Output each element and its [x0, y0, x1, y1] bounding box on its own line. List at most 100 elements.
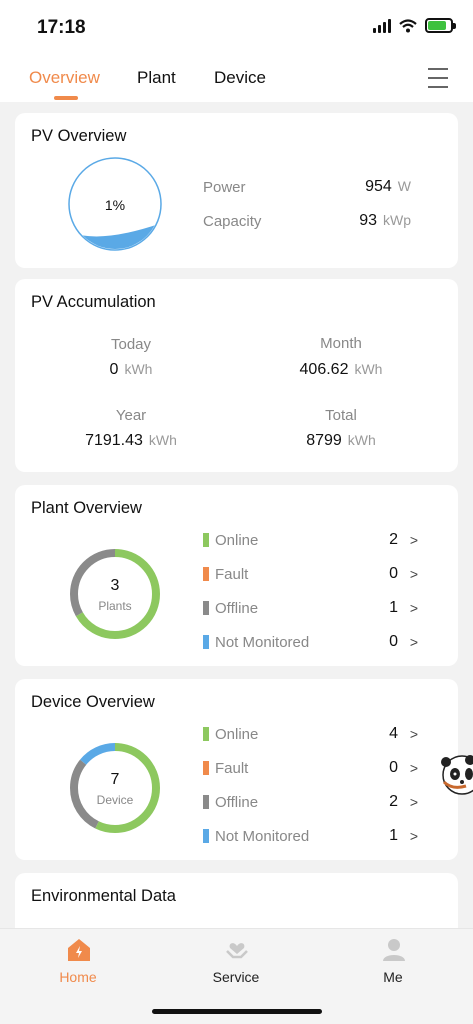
tab-plant[interactable]: Plant: [137, 68, 176, 88]
home-indicator: [152, 1009, 322, 1014]
year-readout: 7191.43 kWh: [41, 432, 221, 450]
device-overview-title: Device Overview: [31, 693, 155, 711]
device-not-monitored-row[interactable]: Not Monitored 1 >: [203, 824, 418, 848]
panda-assistant-icon[interactable]: [440, 752, 473, 798]
power-label: Power: [203, 179, 246, 196]
capacity-label: Capacity: [203, 213, 262, 230]
device-total-label: Device: [96, 793, 134, 807]
home-icon: [68, 939, 90, 961]
environmental-data-title: Environmental Data: [31, 887, 176, 905]
month-readout: 406.62 kWh: [251, 361, 431, 379]
plant-fault-row[interactable]: Fault 0 >: [203, 562, 418, 586]
total-value: 8799: [306, 432, 342, 449]
plant-offline-count: 1: [389, 599, 398, 616]
not-monitored-swatch: [203, 829, 209, 843]
plant-not-monitored-label: Not Monitored: [215, 633, 310, 651]
today-unit: kWh: [124, 361, 153, 377]
device-fault-row[interactable]: Fault 0 >: [203, 756, 418, 780]
plant-offline-row[interactable]: Offline 1 >: [203, 596, 418, 620]
cellular-signal-icon: [373, 18, 391, 33]
plant-overview-card: Plant Overview 3 Plants Online 2 > Fault…: [15, 485, 458, 666]
plant-total-count: 3: [110, 577, 120, 594]
today-label: Today: [110, 336, 152, 353]
plant-total-label: Plants: [98, 599, 132, 613]
plant-not-monitored-row[interactable]: Not Monitored 0 >: [203, 630, 418, 654]
tab-device[interactable]: Device: [214, 68, 266, 88]
chevron-right-icon: >: [409, 760, 418, 776]
not-monitored-swatch: [203, 635, 209, 649]
today-value: 0: [109, 361, 119, 378]
online-swatch: [203, 533, 209, 547]
online-swatch: [203, 727, 209, 741]
status-time: 17:18: [37, 17, 86, 38]
device-overview-card: Device Overview 7 Device Online 4 > Faul…: [15, 679, 458, 860]
fault-swatch: [203, 567, 209, 581]
active-tab-indicator: [54, 96, 78, 100]
pv-accumulation-card: PV Accumulation Today 0 kWh Month 406.62 k…: [15, 279, 458, 472]
year-unit: kWh: [148, 432, 177, 448]
total-unit: kWh: [347, 432, 376, 448]
plant-offline-label: Offline: [215, 599, 259, 617]
device-fault-label: Fault: [215, 759, 249, 777]
status-icons: [373, 18, 456, 33]
capacity-value: 93: [359, 212, 377, 229]
month-value: 406.62: [299, 361, 349, 378]
chevron-right-icon: >: [409, 566, 418, 582]
year-label: Year: [115, 407, 147, 424]
menu-icon[interactable]: [428, 68, 448, 88]
total-readout: 8799 kWh: [251, 432, 431, 450]
plant-fault-label: Fault: [215, 565, 249, 583]
pv-overview-title: PV Overview: [31, 127, 127, 145]
device-online-row[interactable]: Online 4 >: [203, 722, 418, 746]
month-unit: kWh: [354, 361, 383, 377]
nav-service-label: Service: [212, 969, 260, 985]
device-offline-row[interactable]: Offline 2 >: [203, 790, 418, 814]
capacity-unit: kWp: [383, 212, 411, 228]
chevron-right-icon: >: [409, 828, 418, 844]
month-label: Month: [320, 335, 362, 352]
nav-me[interactable]: Me: [318, 929, 468, 1024]
plant-fault-count: 0: [389, 565, 398, 582]
pv-accumulation-title: PV Accumulation: [31, 293, 156, 311]
total-label: Total: [325, 407, 357, 424]
year-value: 7191.43: [85, 432, 143, 449]
plant-online-label: Online: [215, 531, 259, 549]
device-not-monitored-label: Not Monitored: [215, 827, 310, 845]
top-tabs: Overview Plant Device: [0, 56, 473, 102]
plant-not-monitored-count: 0: [389, 633, 398, 650]
device-fault-count: 0: [389, 759, 398, 776]
chevron-right-icon: >: [409, 532, 418, 548]
power-readout: 954 W: [315, 178, 411, 196]
nav-home[interactable]: Home: [3, 929, 153, 1024]
wifi-icon: [399, 18, 417, 32]
status-bar: 17:18: [0, 0, 473, 56]
power-unit: W: [397, 178, 411, 194]
today-readout: 0 kWh: [41, 361, 221, 379]
chevron-right-icon: >: [409, 634, 418, 650]
tab-overview[interactable]: Overview: [29, 68, 100, 88]
nav-home-label: Home: [59, 969, 97, 985]
battery-icon: [425, 18, 456, 33]
chevron-right-icon: >: [409, 726, 418, 742]
pv-overview-card: PV Overview 1% Power 954 W Capacity 93 kWp: [15, 113, 458, 268]
fault-swatch: [203, 761, 209, 775]
device-online-label: Online: [215, 725, 259, 743]
device-offline-count: 2: [389, 793, 398, 810]
device-offline-label: Offline: [215, 793, 259, 811]
chevron-right-icon: >: [409, 794, 418, 810]
capacity-readout: 93 kWp: [315, 212, 411, 230]
plant-online-count: 2: [389, 531, 398, 548]
user-icon: [383, 939, 405, 961]
device-not-monitored-count: 1: [389, 827, 398, 844]
device-online-count: 4: [389, 725, 398, 742]
offline-swatch: [203, 601, 209, 615]
offline-swatch: [203, 795, 209, 809]
plant-overview-title: Plant Overview: [31, 499, 142, 517]
device-total-count: 7: [110, 771, 120, 788]
power-value: 954: [365, 178, 392, 195]
service-icon: [226, 943, 248, 959]
chevron-right-icon: >: [409, 600, 418, 616]
pv-percent: 1%: [104, 197, 126, 213]
plant-online-row[interactable]: Online 2 >: [203, 528, 418, 552]
nav-me-label: Me: [383, 969, 403, 985]
